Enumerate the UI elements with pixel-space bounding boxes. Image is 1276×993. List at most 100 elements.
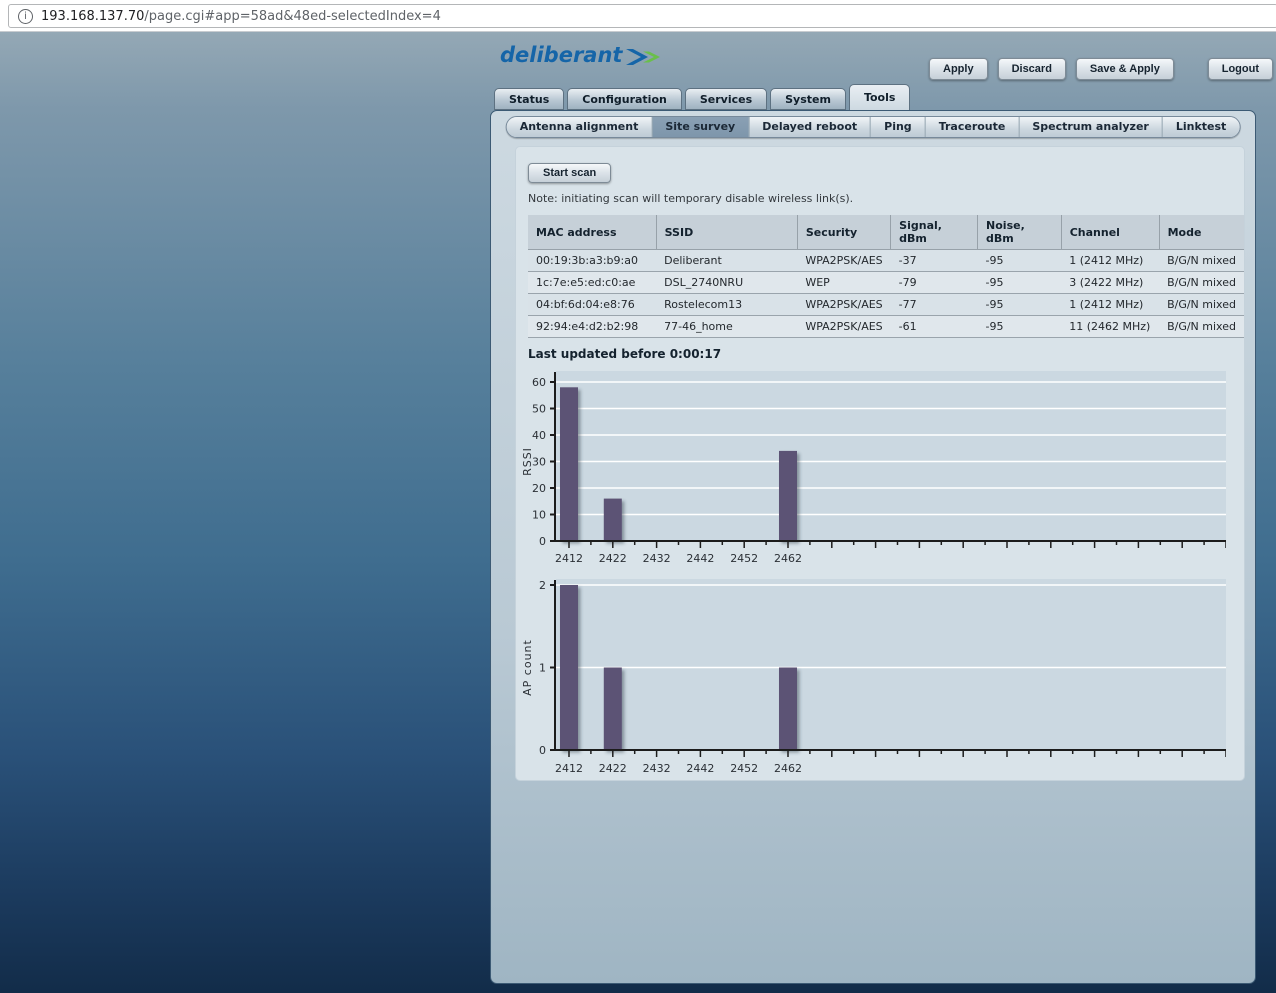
url-text: 193.168.137.70/page.cgi#app=58ad&48ed-se… xyxy=(41,9,441,24)
cell: WEP xyxy=(797,271,891,294)
cell: WPA2PSK/AES xyxy=(797,293,891,316)
table-header: MAC address SSID Security Signal, dBm Noise,… xyxy=(528,215,1244,250)
cell: WPA2PSK/AES xyxy=(797,315,891,338)
svg-text:2412: 2412 xyxy=(555,762,583,775)
table-row: 92:94:e4:d2:b2:98 77-46_home WPA2PSK/AES -6… xyxy=(528,315,1244,338)
url-path: /page.cgi#app=58ad&48ed-selectedIndex=4 xyxy=(144,8,441,24)
page-info-icon[interactable]: i xyxy=(18,8,33,24)
logo-chevron-icon xyxy=(626,48,661,65)
svg-text:2442: 2442 xyxy=(686,762,714,775)
logout-button[interactable]: Logout xyxy=(1207,58,1273,80)
cell: 92:94:e4:d2:b2:98 xyxy=(528,315,657,338)
cell: Deliberant xyxy=(656,249,798,272)
url-host: 193.168.137.70 xyxy=(41,8,145,24)
table-row: 04:bf:6d:04:e8:76 Rostelecom13 WPA2PSK/AES… xyxy=(528,293,1244,316)
cell: -37 xyxy=(890,249,978,272)
site-survey-table: MAC address SSID Security Signal, dBm Noise,… xyxy=(528,215,1244,338)
discard-button[interactable]: Discard xyxy=(997,58,1066,80)
cell: DSL_2740NRU xyxy=(656,271,798,294)
last-updated-label: Last updated before 0:00:17 xyxy=(528,347,722,361)
svg-text:2422: 2422 xyxy=(599,552,627,565)
browser-chrome: i 193.168.137.70/page.cgi#app=58ad&48ed-… xyxy=(0,0,1276,32)
cell: -95 xyxy=(977,315,1062,338)
cell: -95 xyxy=(977,271,1062,294)
svg-text:2452: 2452 xyxy=(730,552,758,565)
subtab-antenna-alignment[interactable]: Antenna alignment xyxy=(506,117,653,137)
col-header-security: Security xyxy=(797,215,892,250)
page-background: deliberant Apply Discard Save & Apply Logo… xyxy=(0,32,1276,993)
svg-text:50: 50 xyxy=(532,403,546,416)
tools-panel: Antenna alignment Site survey Delayed rebo… xyxy=(490,110,1256,984)
svg-text:2442: 2442 xyxy=(686,552,714,565)
site-survey-card: Start scan Note: initiating scan will te… xyxy=(515,146,1245,781)
svg-text:1: 1 xyxy=(539,662,546,675)
svg-text:2412: 2412 xyxy=(555,552,583,565)
save-apply-button[interactable]: Save & Apply xyxy=(1075,58,1174,80)
cell: -79 xyxy=(890,271,978,294)
subtab-ping[interactable]: Ping xyxy=(871,117,926,137)
svg-text:2432: 2432 xyxy=(643,552,671,565)
svg-text:AP count: AP count xyxy=(521,639,534,696)
table-row: 00:19:3b:a3:b9:a0 Deliberant WPA2PSK/AES -3… xyxy=(528,249,1244,272)
svg-text:2462: 2462 xyxy=(774,762,802,775)
tab-status[interactable]: Status xyxy=(494,88,565,110)
svg-text:30: 30 xyxy=(532,456,546,469)
svg-text:2462: 2462 xyxy=(774,552,802,565)
cell: -61 xyxy=(890,315,978,338)
subtab-site-survey[interactable]: Site survey xyxy=(652,117,750,137)
cell: B/G/N mixed xyxy=(1159,271,1244,294)
cell: 11 (2462 MHz) xyxy=(1061,315,1160,338)
cell: B/G/N mixed xyxy=(1159,315,1244,338)
col-header-signal-dbm: Signal, dBm xyxy=(890,215,979,250)
cell: -95 xyxy=(977,293,1062,316)
svg-text:0: 0 xyxy=(539,535,546,548)
svg-text:0: 0 xyxy=(539,744,546,757)
subtab-spectrum-analyzer[interactable]: Spectrum analyzer xyxy=(1019,117,1163,137)
svg-text:60: 60 xyxy=(532,376,546,389)
subtab-traceroute[interactable]: Traceroute xyxy=(925,117,1020,137)
apply-button[interactable]: Apply xyxy=(929,58,988,80)
url-bar[interactable]: i 193.168.137.70/page.cgi#app=58ad&48ed-… xyxy=(8,4,1276,28)
svg-text:2432: 2432 xyxy=(643,762,671,775)
svg-text:10: 10 xyxy=(532,509,546,522)
deliberant-logo: deliberant xyxy=(500,43,661,67)
scan-note: Note: initiating scan will temporary dis… xyxy=(528,192,854,205)
subtab-delayed-reboot[interactable]: Delayed reboot xyxy=(749,117,872,137)
start-scan-button[interactable]: Start scan xyxy=(528,163,612,183)
cell: 1c:7e:e5:ed:c0:ae xyxy=(528,271,657,294)
tab-configuration[interactable]: Configuration xyxy=(567,88,682,110)
ap-count-chart: 0 1 2 2412 2422 2432 2442 2452 2462 AP count xyxy=(521,579,1226,775)
cell: 04:bf:6d:04:e8:76 xyxy=(528,293,657,316)
svg-text:2452: 2452 xyxy=(730,762,758,775)
cell: -77 xyxy=(890,293,978,316)
logo-text: deliberant xyxy=(500,43,623,67)
cell: 00:19:3b:a3:b9:a0 xyxy=(528,249,657,272)
main-tabs: Status Configuration Services System Tools xyxy=(494,84,911,110)
tab-services[interactable]: Services xyxy=(684,88,768,110)
rssi-chart: 0 10 20 30 40 50 60 2412 2422 2432 2442 2452 2462 RSS… xyxy=(521,371,1226,565)
table-row: 1c:7e:e5:ed:c0:ae DSL_2740NRU WEP -79 -95 3 (… xyxy=(528,271,1244,294)
tab-tools[interactable]: Tools xyxy=(848,84,911,110)
tools-subtabs: Antenna alignment Site survey Delayed rebo… xyxy=(505,116,1241,138)
svg-text:2: 2 xyxy=(539,579,546,592)
col-header-mac-address: MAC address xyxy=(528,215,657,250)
svg-text:2422: 2422 xyxy=(599,762,627,775)
col-header-channel: Channel xyxy=(1061,215,1160,250)
header-buttons: Apply Discard Save & Apply xyxy=(929,58,1174,80)
cell: 77-46_home xyxy=(656,315,798,338)
cell: -95 xyxy=(977,249,1062,272)
col-header-mode: Mode xyxy=(1159,215,1244,250)
cell: 3 (2422 MHz) xyxy=(1061,271,1160,294)
svg-text:20: 20 xyxy=(532,482,546,495)
cell: WPA2PSK/AES xyxy=(797,249,891,272)
col-header-ssid: SSID xyxy=(656,215,798,250)
cell: B/G/N mixed xyxy=(1159,249,1244,272)
cell: Rostelecom13 xyxy=(656,293,798,316)
cell: 1 (2412 MHz) xyxy=(1061,293,1160,316)
subtab-linktest[interactable]: Linktest xyxy=(1162,117,1240,137)
col-header-noise-dbm: Noise, dBm xyxy=(977,215,1062,250)
svg-text:40: 40 xyxy=(532,429,546,442)
tab-system[interactable]: System xyxy=(770,88,846,110)
cell: B/G/N mixed xyxy=(1159,293,1244,316)
svg-text:RSSI: RSSI xyxy=(521,447,534,476)
